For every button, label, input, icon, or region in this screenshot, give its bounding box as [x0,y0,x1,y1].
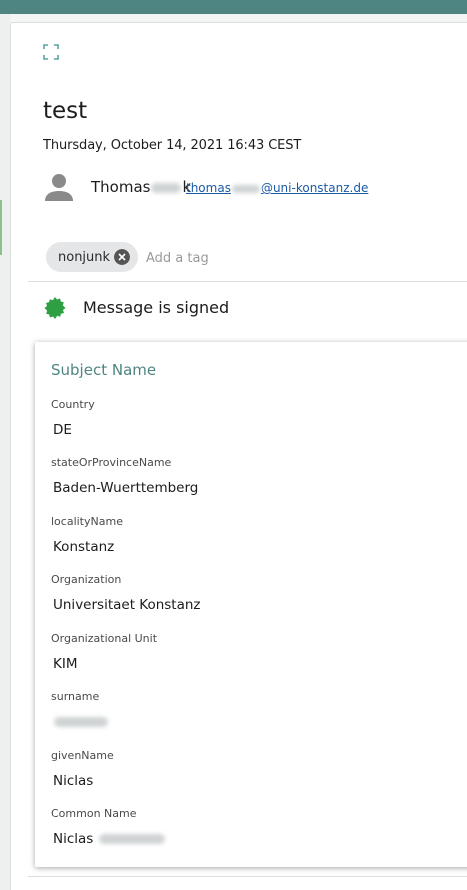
field-label-given-name: givenName [51,749,114,762]
redaction-blur [151,182,182,193]
expand-icon[interactable] [43,44,59,60]
add-tag-input[interactable] [146,248,346,268]
sender-email-prefix: thomas [186,181,231,195]
divider [28,281,467,282]
field-label-country: Country [51,398,95,411]
redaction-blur [231,184,260,193]
field-value-state: Baden-Wuerttemberg [53,480,199,496]
field-value-common-name: Niclas [53,831,166,847]
redaction-blur [54,717,108,727]
message-subject: test [43,98,88,124]
common-name-visible: Niclas [53,831,94,847]
redaction-blur [98,834,165,844]
field-value-organization: Universitaet Konstanz [53,597,201,613]
signature-status[interactable]: Message is signed [83,298,229,317]
field-label-organization: Organization [51,573,122,586]
field-label-common-name: Common Name [51,807,137,820]
person-icon [45,174,73,201]
sender-name[interactable]: Thomas k [91,178,191,196]
close-circle-icon[interactable] [114,249,130,265]
tag-label: nonjunk [58,249,111,265]
divider [28,876,467,877]
field-label-state: stateOrProvinceName [51,456,172,469]
left-pane-edge [0,14,10,890]
field-label-locality: localityName [51,515,123,528]
field-value-locality: Konstanz [53,539,115,555]
panel-title: Subject Name [51,361,157,379]
field-label-org-unit: Organizational Unit [51,632,158,645]
field-value-org-unit: KIM [53,656,78,672]
tag-chip[interactable]: nonjunk [46,242,138,272]
field-label-surname: surname [51,690,100,703]
field-value-surname [53,714,109,730]
selected-item-accent [0,200,2,255]
field-value-given-name: Niclas [53,773,94,789]
sender-email-domain: @uni-konstanz.de [260,181,369,195]
certificate-seal-icon [44,297,66,319]
sender-email-link[interactable]: thomas @uni-konstanz.de [186,181,368,195]
app-top-bar [0,0,467,14]
sender-name-visible: Thomas [91,178,151,196]
certificate-details-panel: Subject Name Country DE stateOrProvinceN… [35,342,467,867]
field-value-country: DE [53,422,72,438]
message-date: Thursday, October 14, 2021 16:43 CEST [43,138,302,153]
